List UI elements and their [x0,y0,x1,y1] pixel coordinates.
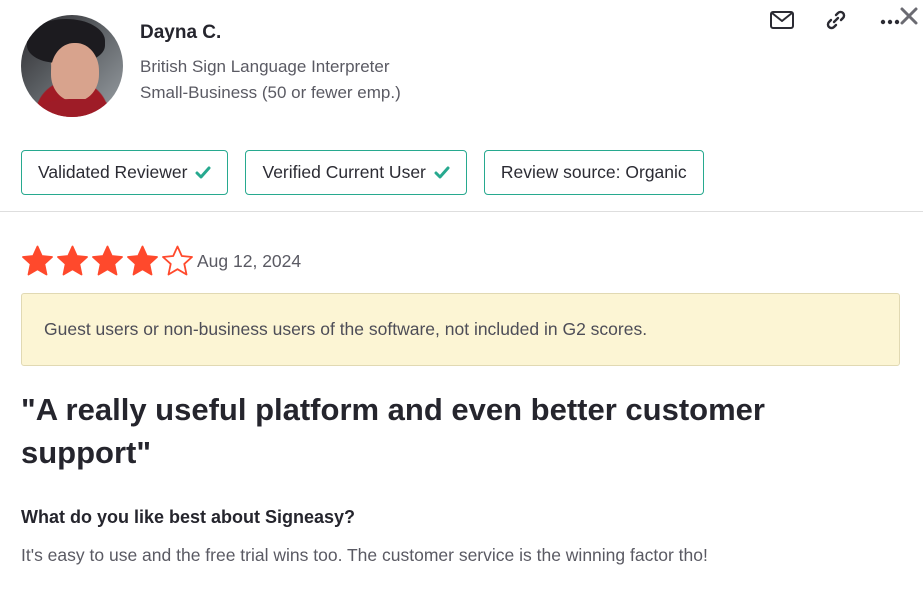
reviewer-badges: Validated Reviewer Verified Current User… [21,150,704,195]
badge-review-source: Review source: Organic [483,150,704,195]
reviewer-job-title: British Sign Language Interpreter [140,57,390,76]
reviewer-company-size: Small-Business (50 or fewer emp.) [140,83,401,102]
badge-validated-reviewer: Validated Reviewer [21,150,229,195]
reviewer-avatar [21,15,123,117]
check-icon [434,166,450,178]
notice-text: Guest users or non-business users of the… [44,319,648,339]
check-icon [195,166,211,178]
badge-label: Review source: Organic [500,162,687,182]
link-icon[interactable] [822,6,850,34]
star-icon [92,245,123,276]
section-divider [0,211,923,212]
badge-verified-current-user: Verified Current User [245,150,467,195]
review-date: Aug 12, 2024 [197,251,302,271]
review-title: "A really useful platform and even bette… [21,392,765,470]
guest-user-notice: Guest users or non-business users of the… [21,293,900,366]
reviewer-name[interactable]: Dayna C. [140,22,221,44]
review-answer: It's easy to use and the free trial wins… [21,545,708,565]
star-icon [22,245,53,276]
close-icon[interactable] [895,2,923,30]
star-icon [127,245,158,276]
mail-icon[interactable] [768,6,796,34]
avatar-shirt [39,99,115,117]
star-icon [162,245,193,276]
star-rating [21,245,194,277]
badge-label: Validated Reviewer [38,162,188,182]
badge-label: Verified Current User [262,162,426,182]
star-icon [57,245,88,276]
review-question: What do you like best about Signeasy? [21,507,356,527]
avatar-face [51,43,99,101]
